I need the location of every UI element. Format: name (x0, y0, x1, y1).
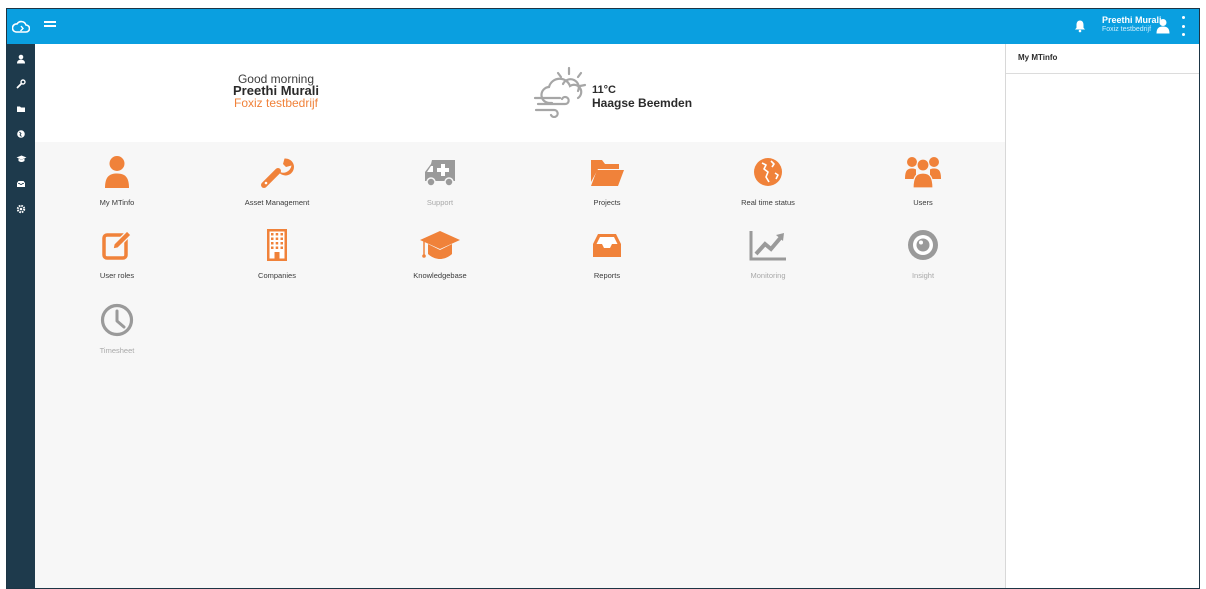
tile-label: Asset Management (244, 198, 310, 207)
tile-real-time-status[interactable]: Real time status (713, 155, 823, 219)
tile-my-mtinfo[interactable]: My MTinfo (62, 155, 172, 219)
sidebar (7, 44, 35, 588)
folder-icon (17, 106, 25, 112)
weather-info: 11°C Haagse Beemden (592, 84, 692, 110)
globe-icon (17, 130, 25, 138)
tile-label: Insight (911, 271, 935, 280)
sidebar-item-wrench[interactable] (7, 73, 35, 95)
right-panel-title: My MTinfo (1018, 53, 1058, 62)
tile-knowledgebase[interactable]: Knowledgebase (385, 228, 495, 292)
hamburger-icon[interactable] (44, 21, 56, 31)
folder-icon (591, 160, 624, 186)
user-icon (105, 156, 129, 188)
sidebar-item-gear[interactable] (7, 198, 35, 220)
tile-label: Timesheet (99, 346, 135, 355)
tile-reports[interactable]: Reports (552, 228, 662, 292)
tile-companies[interactable]: Companies (222, 228, 332, 292)
tile-support[interactable]: Support (385, 155, 495, 219)
clock-icon (100, 303, 134, 337)
tile-label: Reports (593, 271, 621, 280)
edit-icon (102, 230, 132, 260)
sidebar-item-graduation-cap[interactable] (7, 148, 35, 170)
kebab-icon[interactable] (1182, 16, 1186, 36)
welcome-banner: Good morning Preethi Murali Foxiz testbe… (35, 44, 1005, 142)
wrench-icon (261, 158, 294, 188)
top-bar: Preethi Murali Foxiz testbedrijf (7, 9, 1199, 44)
ambulance-icon (425, 160, 455, 187)
location: Haagse Beemden (592, 96, 693, 110)
sidebar-item-inbox[interactable] (7, 173, 35, 195)
tile-label: Knowledgebase (413, 271, 467, 280)
user-company: Foxiz testbedrijf (1102, 26, 1152, 33)
sidebar-item-globe[interactable] (7, 123, 35, 145)
tile-label: User roles (99, 271, 135, 280)
greeting-block: Good morning Preethi Murali Foxiz testbe… (211, 73, 341, 109)
tile-user-roles[interactable]: User roles (62, 228, 172, 292)
tile-label: Projects (593, 198, 621, 207)
users-icon (905, 157, 941, 189)
graduation-cap-icon (16, 155, 26, 162)
user-icon (17, 54, 25, 64)
app-window: Preethi Murali Foxiz testbedrijf Good mo… (6, 8, 1200, 589)
tile-label: Support (426, 198, 454, 207)
user-name: Preethi Murali (1102, 15, 1162, 25)
building-icon (267, 229, 287, 261)
tile-label: Companies (258, 271, 296, 280)
wrench-icon (16, 79, 26, 89)
tile-insight[interactable]: Insight (868, 228, 978, 292)
tile-monitoring[interactable]: Monitoring (713, 228, 823, 292)
cloud-sun-wind-icon (532, 62, 592, 119)
user-icon[interactable] (1156, 18, 1170, 34)
inbox-icon (17, 181, 25, 187)
line-chart-icon (749, 231, 786, 261)
tile-label: My MTinfo (99, 198, 135, 207)
tile-label: Real time status (741, 198, 795, 207)
tile-asset-management[interactable]: Asset Management (222, 155, 332, 219)
globe-icon (754, 158, 782, 186)
eye-icon (908, 230, 938, 260)
graduation-cap-icon (420, 231, 460, 259)
sidebar-item-user[interactable] (7, 48, 35, 70)
sidebar-item-folder[interactable] (7, 98, 35, 120)
bell-icon[interactable] (1073, 19, 1087, 33)
right-panel: My MTinfo (1005, 44, 1199, 588)
greeting-company: Foxiz testbedrijf (233, 96, 319, 110)
divider (1006, 73, 1199, 74)
gear-icon (16, 204, 26, 214)
inbox-icon (593, 234, 621, 257)
tile-label: Monitoring (750, 271, 786, 280)
tile-timesheet[interactable]: Timesheet (62, 303, 172, 367)
tile-users[interactable]: Users (868, 155, 978, 219)
cloud-icon[interactable] (7, 9, 35, 44)
tile-projects[interactable]: Projects (552, 155, 662, 219)
tile-label: Users (913, 198, 933, 207)
user-info[interactable]: Preethi Murali Foxiz testbedrijf (1102, 15, 1162, 33)
